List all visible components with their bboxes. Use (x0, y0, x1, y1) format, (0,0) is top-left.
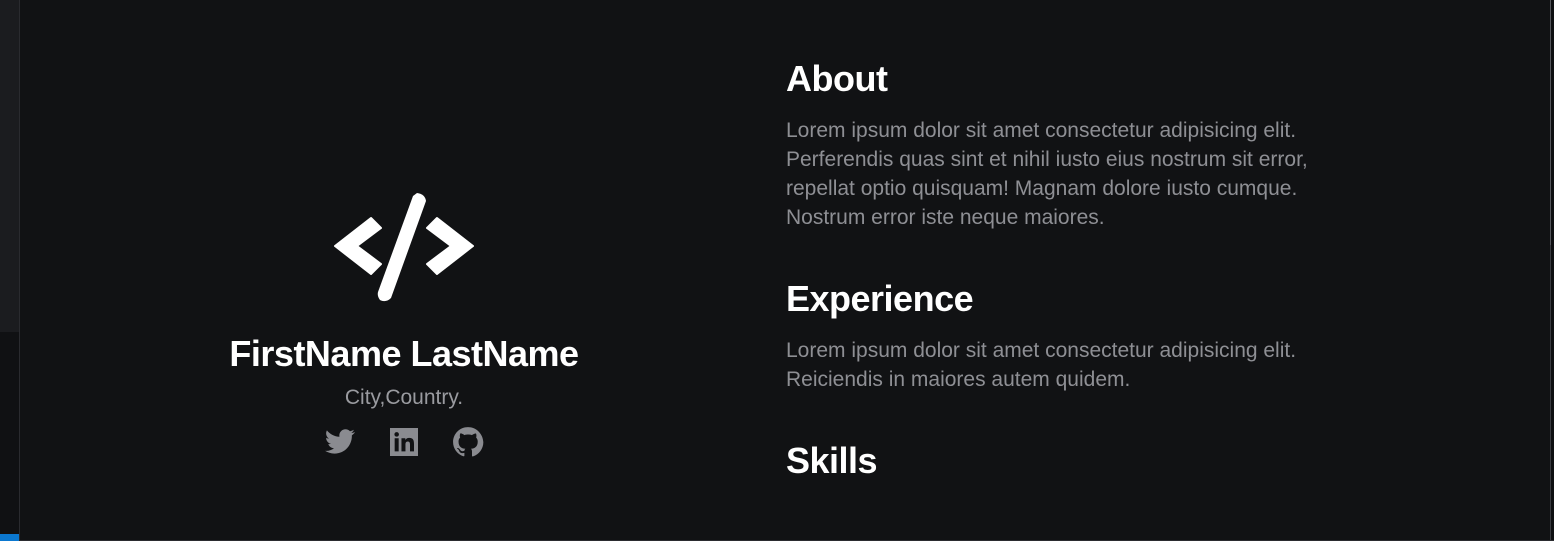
about-text: Lorem ipsum dolor sit amet consectetur a… (786, 119, 1308, 229)
experience-section: Experience Lorem ipsum dolor sit amet co… (786, 276, 1346, 394)
github-icon[interactable] (452, 426, 484, 458)
skills-section: Skills (786, 438, 1346, 484)
experience-text: Lorem ipsum dolor sit amet consectetur a… (786, 339, 1297, 391)
social-links (190, 426, 618, 458)
gutter-lower-panel (0, 332, 20, 541)
scrollbar-track[interactable] (1550, 0, 1554, 541)
portfolio-page: FirstName LastName City,Country. About L… (0, 0, 1554, 541)
gutter-divider (19, 0, 20, 541)
gutter-accent-bar (0, 534, 20, 541)
left-gutter (0, 0, 20, 541)
linkedin-icon[interactable] (388, 426, 420, 458)
experience-heading: Experience (786, 278, 974, 319)
about-heading: About (786, 58, 888, 99)
code-slash-icon (190, 190, 618, 302)
scrollbar-thumb[interactable] (1550, 0, 1551, 245)
about-section: About Lorem ipsum dolor sit amet consect… (786, 56, 1346, 232)
profile-name: FirstName LastName (229, 333, 579, 374)
skills-heading: Skills (786, 440, 878, 481)
profile-location: City,Country. (344, 386, 464, 409)
twitter-icon[interactable] (324, 426, 356, 458)
profile-card: FirstName LastName City,Country. (190, 190, 618, 458)
content-column: About Lorem ipsum dolor sit amet consect… (786, 56, 1346, 484)
